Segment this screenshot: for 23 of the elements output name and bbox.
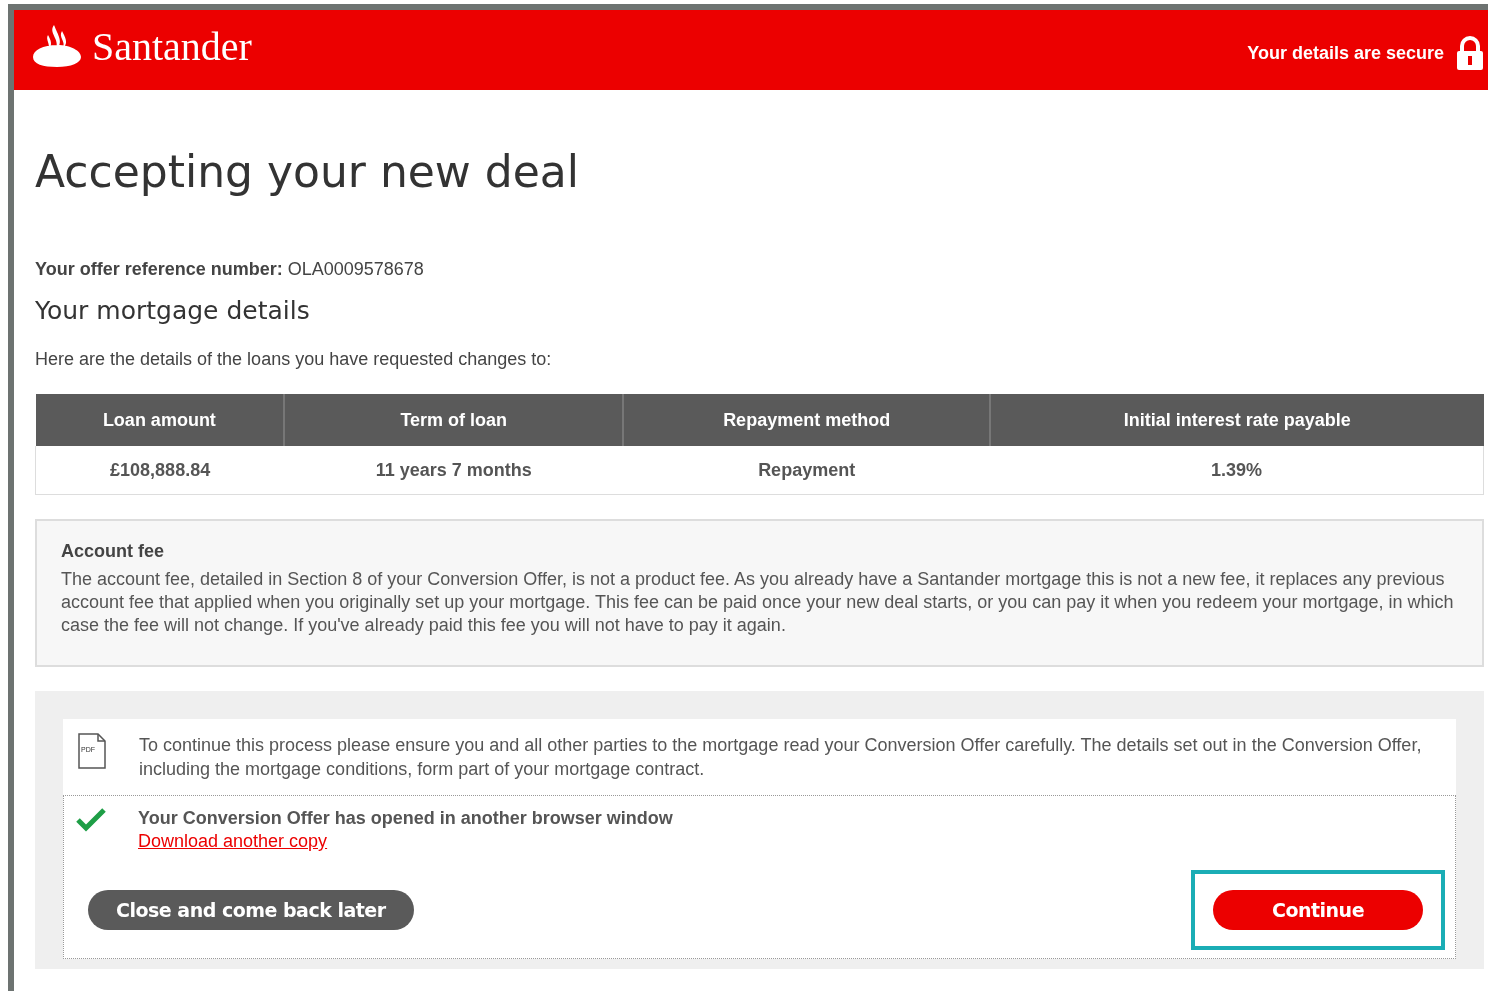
close-button[interactable]: Close and come back later (88, 890, 414, 930)
notice-text: To continue this process please ensure you and all other parties to the mortgage read your Conversion Offer carefully. The details set out in the Conversion Offer, including the mortgage conditions, form part of your mortgage contract. (139, 734, 1423, 781)
continue-button[interactable]: Continue (1213, 890, 1423, 930)
padlock-icon (1456, 36, 1484, 70)
account-fee-text: The account fee, detailed in Section 8 of your Conversion Offer, is not a product fee. As you already have a Santander mortgage this is not a new fee, it replaces any previous account fee that applied when you originally set up your mortgage. This fee can be paid once your new deal starts, or you can pay it when you redeem your mortgage, in which case the fee will not change. If you've already paid this fee you will not have to pay it again. (61, 568, 1455, 637)
table-cell: 1.39% (990, 446, 1484, 495)
page-title: Accepting your new deal (35, 146, 581, 197)
column-header: Loan amount (35, 394, 285, 446)
column-header: Term of loan (284, 394, 624, 446)
download-link[interactable]: Download another copy (138, 831, 328, 851)
table-cell: Repayment (623, 446, 991, 495)
account-fee-title: Account fee (61, 541, 166, 562)
intro-text: Here are the details of the loans you have requested changes to: (35, 349, 553, 370)
status-message: Your Conversion Offer has opened in another browser window (138, 808, 673, 829)
brand-name: Santander (92, 22, 252, 70)
flame-logo-icon (32, 23, 82, 69)
section-title: Your mortgage details (35, 296, 311, 325)
table-cell: £108,888.84 (35, 446, 285, 495)
table-cell: 11 years 7 months (284, 446, 624, 495)
secure-text: Your details are secure (1247, 42, 1444, 64)
column-header: Initial interest rate payable (990, 394, 1484, 446)
offer-reference: Your offer reference number: OLA0009578678 (35, 259, 425, 280)
column-header: Repayment method (623, 394, 991, 446)
